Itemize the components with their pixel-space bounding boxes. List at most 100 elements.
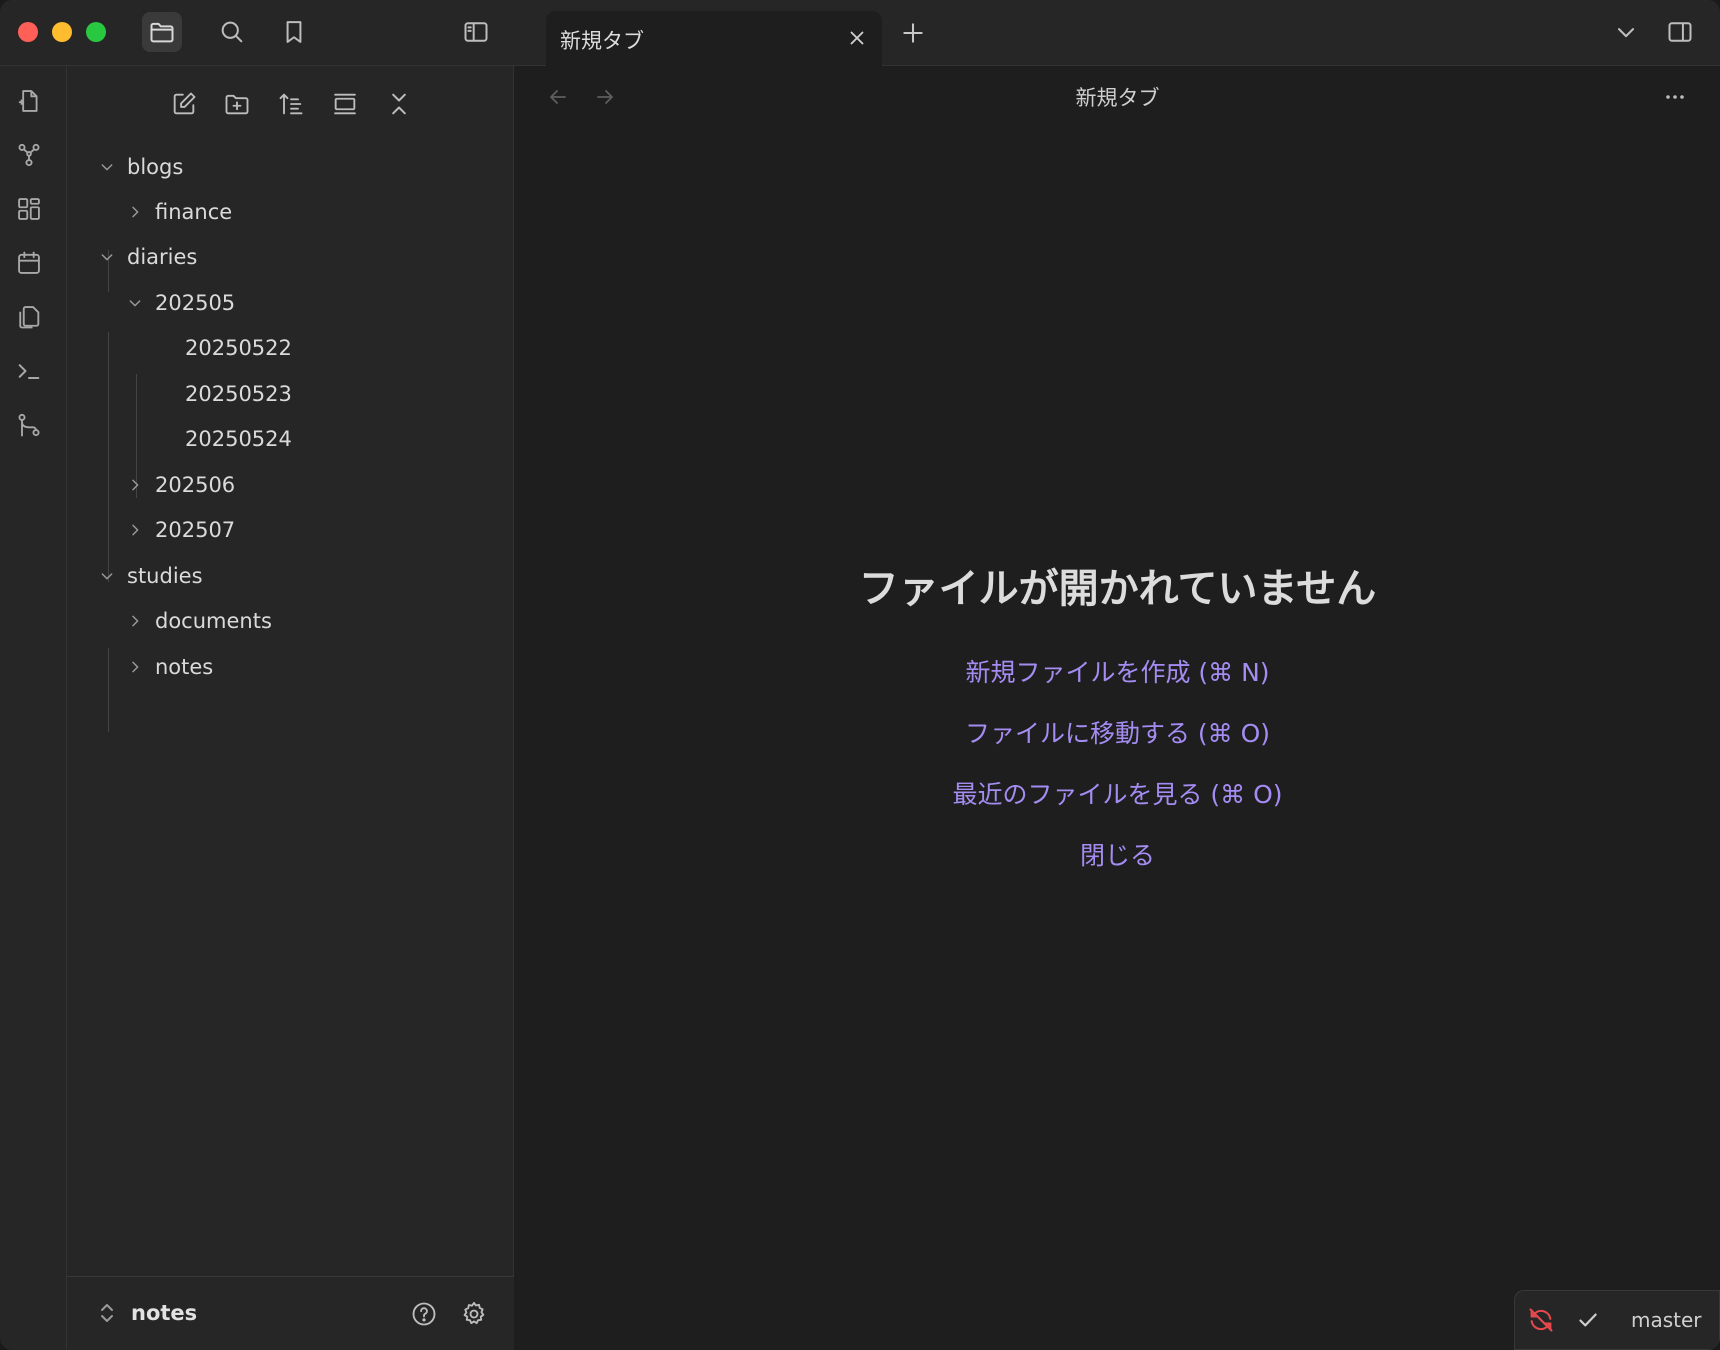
ribbon-git[interactable] <box>12 408 46 442</box>
chevron-right-icon <box>125 611 145 631</box>
folder-icon <box>150 22 174 43</box>
folder-label: blogs <box>127 155 184 179</box>
sort-button[interactable] <box>271 84 311 124</box>
folder-item[interactable]: documents <box>125 600 272 642</box>
git-branch-label[interactable]: master <box>1631 1305 1702 1335</box>
new-folder-icon <box>225 94 249 115</box>
folder-label: diaries <box>127 245 198 269</box>
more-options-button[interactable] <box>1658 80 1692 114</box>
view-title: 新規タブ <box>1075 86 1160 110</box>
search-icon <box>221 21 243 43</box>
chevron-down-icon <box>1617 28 1635 38</box>
help-button[interactable] <box>407 1297 441 1331</box>
folder-item[interactable]: studies <box>97 555 203 597</box>
tab-list-button[interactable] <box>1606 12 1646 52</box>
vault-switcher[interactable]: notes <box>97 1301 197 1325</box>
search-view-button[interactable] <box>212 12 252 52</box>
canvas-icon <box>18 198 40 220</box>
files-view-button[interactable] <box>142 12 182 52</box>
title-bar: 新規タブ <box>0 0 1720 67</box>
tree-guide-line <box>108 332 109 582</box>
ribbon-canvas[interactable] <box>12 192 46 226</box>
ribbon-templates[interactable] <box>12 300 46 334</box>
file-item[interactable]: 20250522 <box>185 327 292 369</box>
sort-icon <box>279 93 303 115</box>
chevron-down-icon <box>125 293 145 313</box>
folder-item[interactable]: 202506 <box>125 464 235 506</box>
collapse-all-button[interactable] <box>379 84 419 124</box>
close-icon <box>850 31 864 45</box>
chevron-right-icon <box>125 657 145 677</box>
file-explorer-toolbar <box>67 84 514 124</box>
calendar-icon <box>18 251 40 274</box>
settings-button[interactable] <box>457 1297 491 1331</box>
sync-status[interactable] <box>1527 1305 1555 1335</box>
folder-item[interactable]: notes <box>125 646 213 688</box>
auto-reveal-button[interactable] <box>325 84 365 124</box>
chevron-up-down-icon <box>101 1304 113 1322</box>
tab-new-tab[interactable]: 新規タブ <box>546 11 882 67</box>
bookmarks-view-button[interactable] <box>274 12 314 52</box>
folder-item[interactable]: finance <box>125 191 232 233</box>
file-explorer: blogs finance diaries 202505 20250522 20… <box>67 66 514 1350</box>
tab-title: 新規タブ <box>560 29 644 53</box>
toggle-right-sidebar-button[interactable] <box>1660 12 1700 52</box>
empty-state-title: ファイルが開かれていません <box>858 566 1377 612</box>
app-window: 新規タブ blogs finance diaries 202505 202505… <box>0 0 1720 1350</box>
ribbon-command-palette[interactable] <box>12 354 46 388</box>
collapse-view-icon <box>334 93 356 115</box>
ribbon-quick-switcher[interactable] <box>12 84 46 118</box>
tree-guide-line <box>108 648 109 732</box>
empty-state: ファイルが開かれていません 新規ファイルを作成 (⌘ N) ファイルに移動する … <box>515 556 1720 886</box>
create-new-file-action[interactable]: 新規ファイルを作成 (⌘ N) <box>515 642 1720 703</box>
sidebar-footer: notes <box>67 1276 514 1350</box>
git-status[interactable] <box>1575 1305 1601 1335</box>
chevron-right-icon <box>125 475 145 495</box>
sidebar-left-icon <box>464 22 488 42</box>
bookmark-icon <box>286 21 302 43</box>
folder-label: 202505 <box>155 291 236 315</box>
folder-label: 202507 <box>155 518 236 542</box>
ribbon-graph-view[interactable] <box>12 138 46 172</box>
new-folder-button[interactable] <box>217 84 257 124</box>
sync-off-icon <box>1529 1308 1553 1332</box>
new-note-icon <box>173 92 196 115</box>
new-tab-button[interactable] <box>896 16 930 50</box>
gear-icon <box>463 1301 485 1325</box>
chevron-down-icon <box>97 247 117 267</box>
tab-close-button[interactable] <box>844 25 870 51</box>
recent-files-action[interactable]: 最近のファイルを見る (⌘ O) <box>515 764 1720 825</box>
window-maximize-button[interactable] <box>86 22 106 42</box>
folder-label: 202506 <box>155 473 236 497</box>
close-action[interactable]: 閉じる <box>515 825 1720 886</box>
folder-item[interactable]: 202507 <box>125 509 235 551</box>
command-palette-icon <box>18 364 40 379</box>
sidebar-right-icon <box>1668 22 1692 42</box>
folder-item[interactable]: blogs <box>97 146 183 188</box>
window-minimize-button[interactable] <box>52 22 72 42</box>
folder-item[interactable]: diaries <box>97 236 197 278</box>
chevron-right-icon <box>125 202 145 222</box>
file-label: 20250523 <box>185 382 292 406</box>
toggle-left-sidebar-button[interactable] <box>456 12 496 52</box>
file-label: 20250524 <box>185 427 292 451</box>
vault-name: notes <box>131 1301 198 1325</box>
more-horizontal-icon <box>1666 95 1684 99</box>
graph-view-icon <box>18 143 40 167</box>
git-icon <box>18 413 40 437</box>
window-close-button[interactable] <box>18 22 38 42</box>
plus-icon <box>903 23 923 43</box>
chevron-down-icon <box>97 566 117 586</box>
folder-label: finance <box>155 200 233 224</box>
folder-item[interactable]: 202505 <box>125 282 235 324</box>
go-to-file-action[interactable]: ファイルに移動する (⌘ O) <box>515 703 1720 764</box>
workspace-main: 新規タブ ファイルが開かれていません 新規ファイルを作成 (⌘ N) ファイルに… <box>515 66 1720 1350</box>
file-item[interactable]: 20250524 <box>185 418 292 460</box>
file-item[interactable]: 20250523 <box>185 373 292 415</box>
help-icon <box>412 1302 436 1326</box>
folder-label: documents <box>155 609 272 633</box>
folder-label: studies <box>127 564 203 588</box>
new-note-button[interactable] <box>164 84 204 124</box>
status-bar: master <box>1514 1290 1720 1350</box>
ribbon-daily-note[interactable] <box>12 246 46 280</box>
